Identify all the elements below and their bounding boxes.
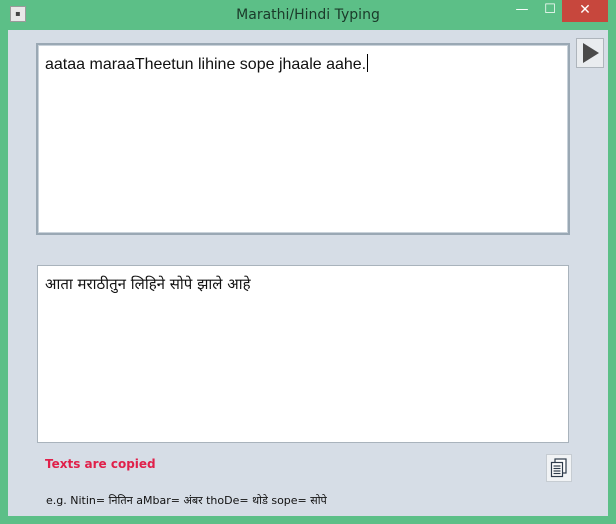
copy-button[interactable] [546,454,572,482]
devanagari-output[interactable]: आता मराठीतुन लिहिने सोपे झाले आहे [37,265,569,443]
status-message: Texts are copied [45,457,156,471]
input-value: aataa maraaTheetun lihine sope jhaale aa… [45,56,367,73]
output-value: आता मराठीतुन लिहिने सोपे झाले आहे [45,275,251,293]
title-bar[interactable]: ▪ Marathi/Hindi Typing — ☐ ✕ [0,0,616,30]
maximize-button[interactable]: ☐ [537,0,563,22]
minimize-button[interactable]: — [510,0,534,22]
close-button[interactable]: ✕ [562,0,608,22]
convert-play-button[interactable] [576,38,604,68]
input-text-wrap: aataa maraaTheetun lihine sope jhaale aa… [45,54,369,74]
app-window: ▪ Marathi/Hindi Typing — ☐ ✕ aataa maraa… [0,0,616,524]
play-triangle-icon [583,43,599,63]
example-hint: e.g. Nitin= नितिन aMbar= अंबर thoDe= थोड… [46,494,327,507]
transliteration-input[interactable]: aataa maraaTheetun lihine sope jhaale aa… [36,43,570,235]
text-caret [367,54,369,72]
copy-document-icon [550,458,567,478]
client-area: aataa maraaTheetun lihine sope jhaale aa… [8,30,608,516]
